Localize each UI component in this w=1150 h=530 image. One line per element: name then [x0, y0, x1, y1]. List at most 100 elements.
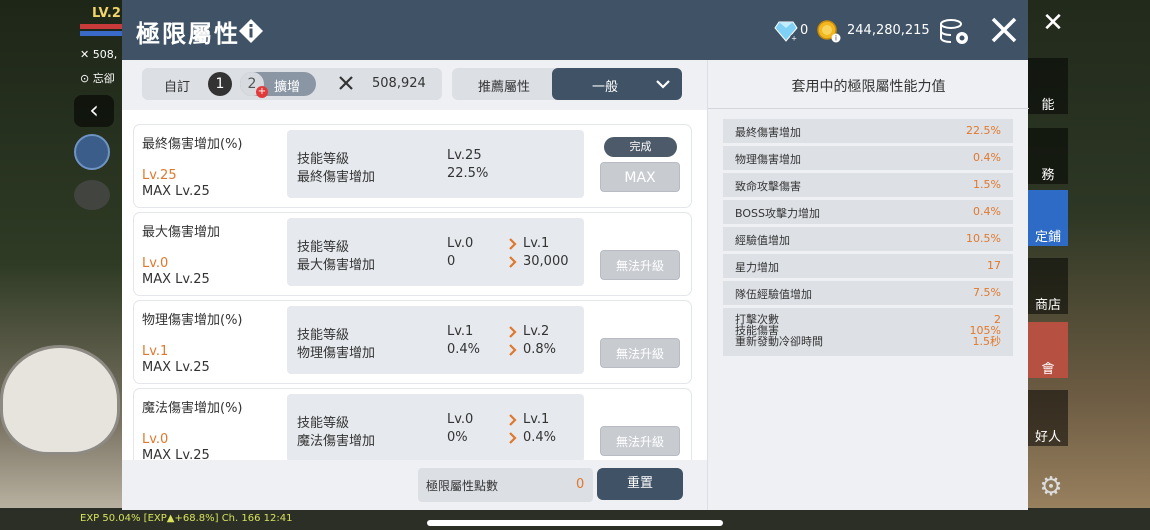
chevron-right-icon — [509, 344, 517, 356]
status-strip: EXP 50.04% [EXP▲+68.8%] Ch. 166 12:41 — [0, 508, 1150, 530]
detail-current-effect: 0.4% — [447, 342, 481, 357]
attribute-max-level: MAX Lv.25 — [142, 448, 210, 460]
attribute-detail: 技能等級 魔法傷害增加 Lv.0 0% Lv.1 0.4% — [287, 394, 584, 460]
preset-label: 自訂 — [164, 80, 191, 95]
coin-settings-icon[interactable] — [937, 15, 971, 47]
stat-value: 0.4% — [973, 205, 1001, 218]
detail-next-level: Lv.1 — [523, 412, 550, 427]
combat-power-box: 508,924 — [332, 68, 442, 100]
left-hud: LV.21 ✕ 508, ⊙ 忘卻 ‹ — [0, 0, 130, 530]
detail-current-effect: 0% — [447, 430, 468, 445]
stat-row: 隊伍經驗值增加 7.5% — [723, 281, 1013, 305]
side-menu-5[interactable]: 會 — [1028, 322, 1068, 378]
stat-key: BOSS攻擊力增加 — [735, 207, 820, 220]
points-value: 0 — [576, 477, 585, 492]
power-readout: ✕ 508, — [80, 48, 118, 61]
stat-value: 0.4% — [973, 151, 1001, 164]
attribute-detail: 技能等級 物理傷害增加 Lv.1 0.4% Lv.2 0.8% — [287, 306, 584, 374]
stat-key: 物理傷害增加 — [735, 153, 801, 166]
svg-text:+: + — [791, 35, 797, 43]
detail-key-effect: 物理傷害增加 — [297, 346, 376, 361]
preset-2-expand-button[interactable]: 2 + 擴增 — [240, 72, 316, 98]
close-icon[interactable] — [988, 14, 1020, 46]
stat-value: 7.5% — [973, 286, 1001, 299]
svg-text:i: i — [835, 35, 837, 43]
guild-icon[interactable] — [74, 134, 110, 170]
stat-key: 隊伍經驗值增加 — [735, 288, 812, 301]
dialog-footer: 極限屬性點數 0 重置 — [122, 462, 707, 510]
stat-row: 星力增加 17 — [723, 254, 1013, 278]
recommend-value: 一般 — [592, 80, 619, 95]
combat-power-value: 508,924 — [372, 76, 426, 91]
stat-key: 致命攻擊傷害 — [735, 180, 801, 193]
mp-bar — [80, 31, 122, 36]
right-hud: ✕ 能 務 定鋪 商店 會 好人 ⚙ — [1028, 0, 1150, 530]
reset-button[interactable]: 重置 — [597, 468, 683, 500]
chevron-right-icon — [509, 326, 517, 338]
chevron-down-icon — [656, 80, 670, 89]
detail-next-level: Lv.2 — [523, 324, 550, 339]
stat-row: 致命攻擊傷害 1.5% — [723, 173, 1013, 197]
monster-sprite — [0, 345, 120, 455]
side-menu-6[interactable]: 好人 — [1028, 390, 1068, 446]
chevron-right-icon — [509, 256, 517, 268]
max-button[interactable]: MAX — [600, 162, 680, 192]
applied-stats-panel: 套用中的極限屬性能力值 最終傷害增加 22.5% 物理傷害增加 0.4% 致命攻擊傷… — [707, 60, 1029, 510]
side-menu-3[interactable]: 定鋪 — [1028, 190, 1068, 246]
gem-icon: + — [774, 21, 798, 43]
stat-row: 最終傷害增加 22.5% — [723, 119, 1013, 143]
attribute-name: 最終傷害增加(%) — [142, 137, 243, 152]
dialog-header: 極限屬性 + 0 i 244,280,215 — [122, 0, 1028, 60]
detail-key-level: 技能等級 — [297, 152, 350, 167]
attribute-name: 最大傷害增加 — [142, 225, 221, 240]
crossed-swords-icon — [339, 76, 353, 90]
gem-count: 0 — [800, 23, 809, 38]
detail-key-effect: 最終傷害增加 — [297, 170, 376, 185]
attribute-detail: 技能等級 最終傷害增加 Lv.25 22.5% — [287, 130, 584, 198]
attribute-name: 物理傷害增加(%) — [142, 313, 243, 328]
chevron-right-icon — [509, 238, 517, 250]
stat-key: 經驗值增加 — [735, 234, 790, 247]
chevron-right-icon — [509, 432, 517, 444]
side-menu-1[interactable]: 能 — [1028, 58, 1068, 114]
attribute-list[interactable]: 最終傷害增加(%) Lv.25 MAX Lv.25 技能等級 最終傷害增加 Lv… — [122, 110, 707, 460]
back-arrow-icon[interactable]: ‹ — [74, 95, 114, 127]
info-diamond-icon[interactable] — [238, 18, 264, 44]
detail-current-level: Lv.25 — [447, 148, 482, 163]
settings-gear-icon[interactable]: ⚙ — [1036, 472, 1066, 502]
attribute-card: 最大傷害增加 Lv.0 MAX Lv.25 技能等級 最大傷害增加 Lv.0 0… — [134, 213, 691, 295]
detail-next-effect: 30,000 — [523, 254, 569, 269]
side-menu-2[interactable]: 務 — [1028, 128, 1068, 184]
attribute-level: Lv.25 — [142, 168, 177, 183]
stat-value: 10.5% — [966, 232, 1001, 245]
attribute-card: 最終傷害增加(%) Lv.25 MAX Lv.25 技能等級 最終傷害增加 Lv… — [134, 125, 691, 207]
dialog-toolbar: 自訂 1 2 + 擴增 508,924 推薦屬性 一般 — [122, 60, 707, 108]
detail-key-level: 技能等級 — [297, 328, 350, 343]
stat-row-multi: 打擊次數 技能傷害 重新發動冷卻時間 2 105% 1.5秒 — [723, 308, 1013, 356]
preset-1-button[interactable]: 1 — [208, 72, 232, 96]
side-menu-4[interactable]: 商店 — [1028, 258, 1068, 314]
attribute-max-level: MAX Lv.25 — [142, 272, 210, 287]
attribute-max-level: MAX Lv.25 — [142, 184, 210, 199]
limit-attribute-dialog: 極限屬性 + 0 i 244,280,215 自訂 1 2 + 擴增 508,9… — [122, 0, 1029, 510]
home-indicator — [427, 520, 723, 526]
upgrade-disabled-button[interactable]: 無法升級 — [600, 426, 680, 456]
handshake-icon[interactable] — [74, 180, 110, 210]
upgrade-disabled-button[interactable]: 無法升級 — [600, 250, 680, 280]
exp-readout: EXP 50.04% [EXP▲+68.8%] Ch. 166 12:41 — [80, 513, 293, 524]
divider — [708, 108, 1029, 109]
stat-key: 重新發動冷卻時間 — [735, 335, 823, 348]
upgrade-disabled-button[interactable]: 無法升級 — [600, 338, 680, 368]
meso-coin-icon: i — [817, 20, 841, 43]
detail-next-level: Lv.1 — [523, 236, 550, 251]
complete-badge: 完成 — [604, 137, 677, 157]
detail-current-effect: 0 — [447, 254, 456, 269]
detail-current-level: Lv.0 — [447, 236, 474, 251]
attribute-card: 物理傷害增加(%) Lv.1 MAX Lv.25 技能等級 物理傷害增加 Lv.… — [134, 301, 691, 383]
attribute-card: 魔法傷害增加(%) Lv.0 MAX Lv.25 技能等級 魔法傷害增加 Lv.… — [134, 389, 691, 460]
recommend-attribute-box: 推薦屬性 一般 — [452, 68, 682, 100]
plus-icon: + — [256, 86, 268, 98]
meso-amount: 244,280,215 — [847, 23, 930, 38]
hud-close-icon[interactable]: ✕ — [1038, 8, 1068, 38]
recommend-dropdown[interactable]: 一般 — [552, 68, 682, 100]
